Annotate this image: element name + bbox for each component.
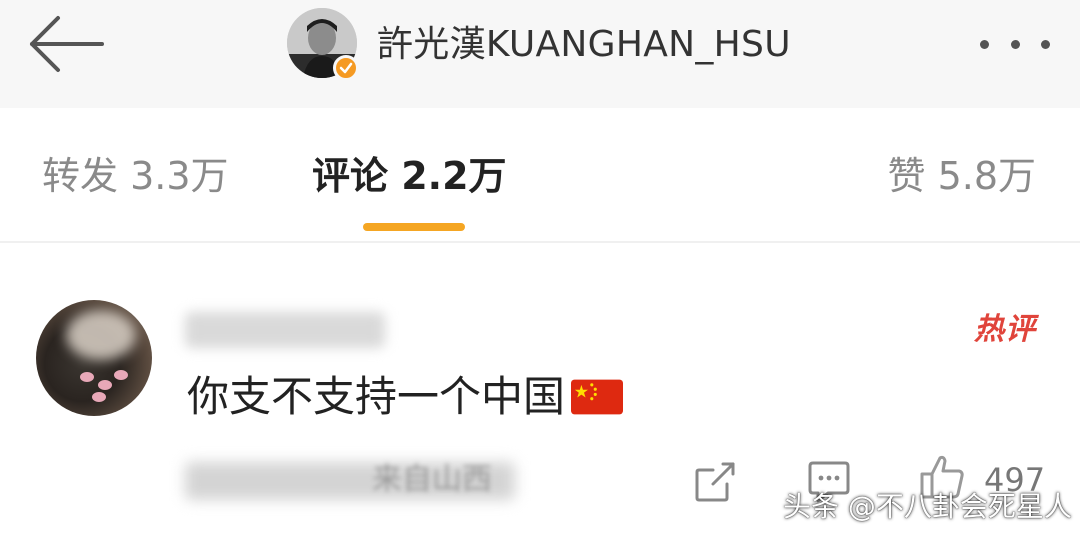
page-title[interactable]: 許光漢KUANGHAN_HSU [377, 22, 791, 68]
commenter-username-blurred[interactable] [185, 312, 385, 348]
verified-badge-icon [333, 55, 359, 81]
tab-comments[interactable]: 评论 2.2万 [312, 152, 507, 200]
share-icon [695, 462, 735, 502]
comment-text: 你支不支持一个中国 [187, 372, 566, 421]
tab-reposts[interactable]: 转发 3.3万 [42, 152, 229, 200]
divider [0, 241, 1080, 243]
comment-body: 你支不支持一个中国 [187, 370, 624, 424]
more-options-button[interactable] [980, 28, 1050, 60]
commenter-avatar[interactable] [36, 300, 152, 416]
comment-icon [808, 461, 850, 503]
more-dots-icon [1041, 39, 1050, 49]
tab-likes[interactable]: 赞 5.8万 [887, 152, 1036, 200]
active-tab-indicator [363, 223, 465, 231]
like-button[interactable] [918, 452, 968, 502]
like-count: 497 [984, 461, 1046, 499]
thumbs-up-icon [920, 455, 964, 499]
hot-comment-badge: 热评 [974, 312, 1036, 347]
back-button[interactable] [26, 12, 110, 76]
more-dots-icon [1010, 39, 1020, 49]
arrow-left-icon [30, 16, 104, 72]
tab-bar: 转发 3.3万 评论 2.2万 赞 5.8万 [0, 108, 1080, 241]
top-bar: 許光漢KUANGHAN_HSU [0, 0, 1080, 109]
reply-button[interactable] [806, 460, 852, 504]
comment-location: 来自山西 [372, 462, 492, 497]
weibo-comments-page: 許光漢KUANGHAN_HSU 转发 3.3万 评论 2.2万 赞 5.8万 热… [0, 0, 1080, 535]
share-button[interactable] [693, 460, 737, 504]
china-flag-icon [571, 379, 624, 415]
more-dots-icon [980, 39, 989, 49]
